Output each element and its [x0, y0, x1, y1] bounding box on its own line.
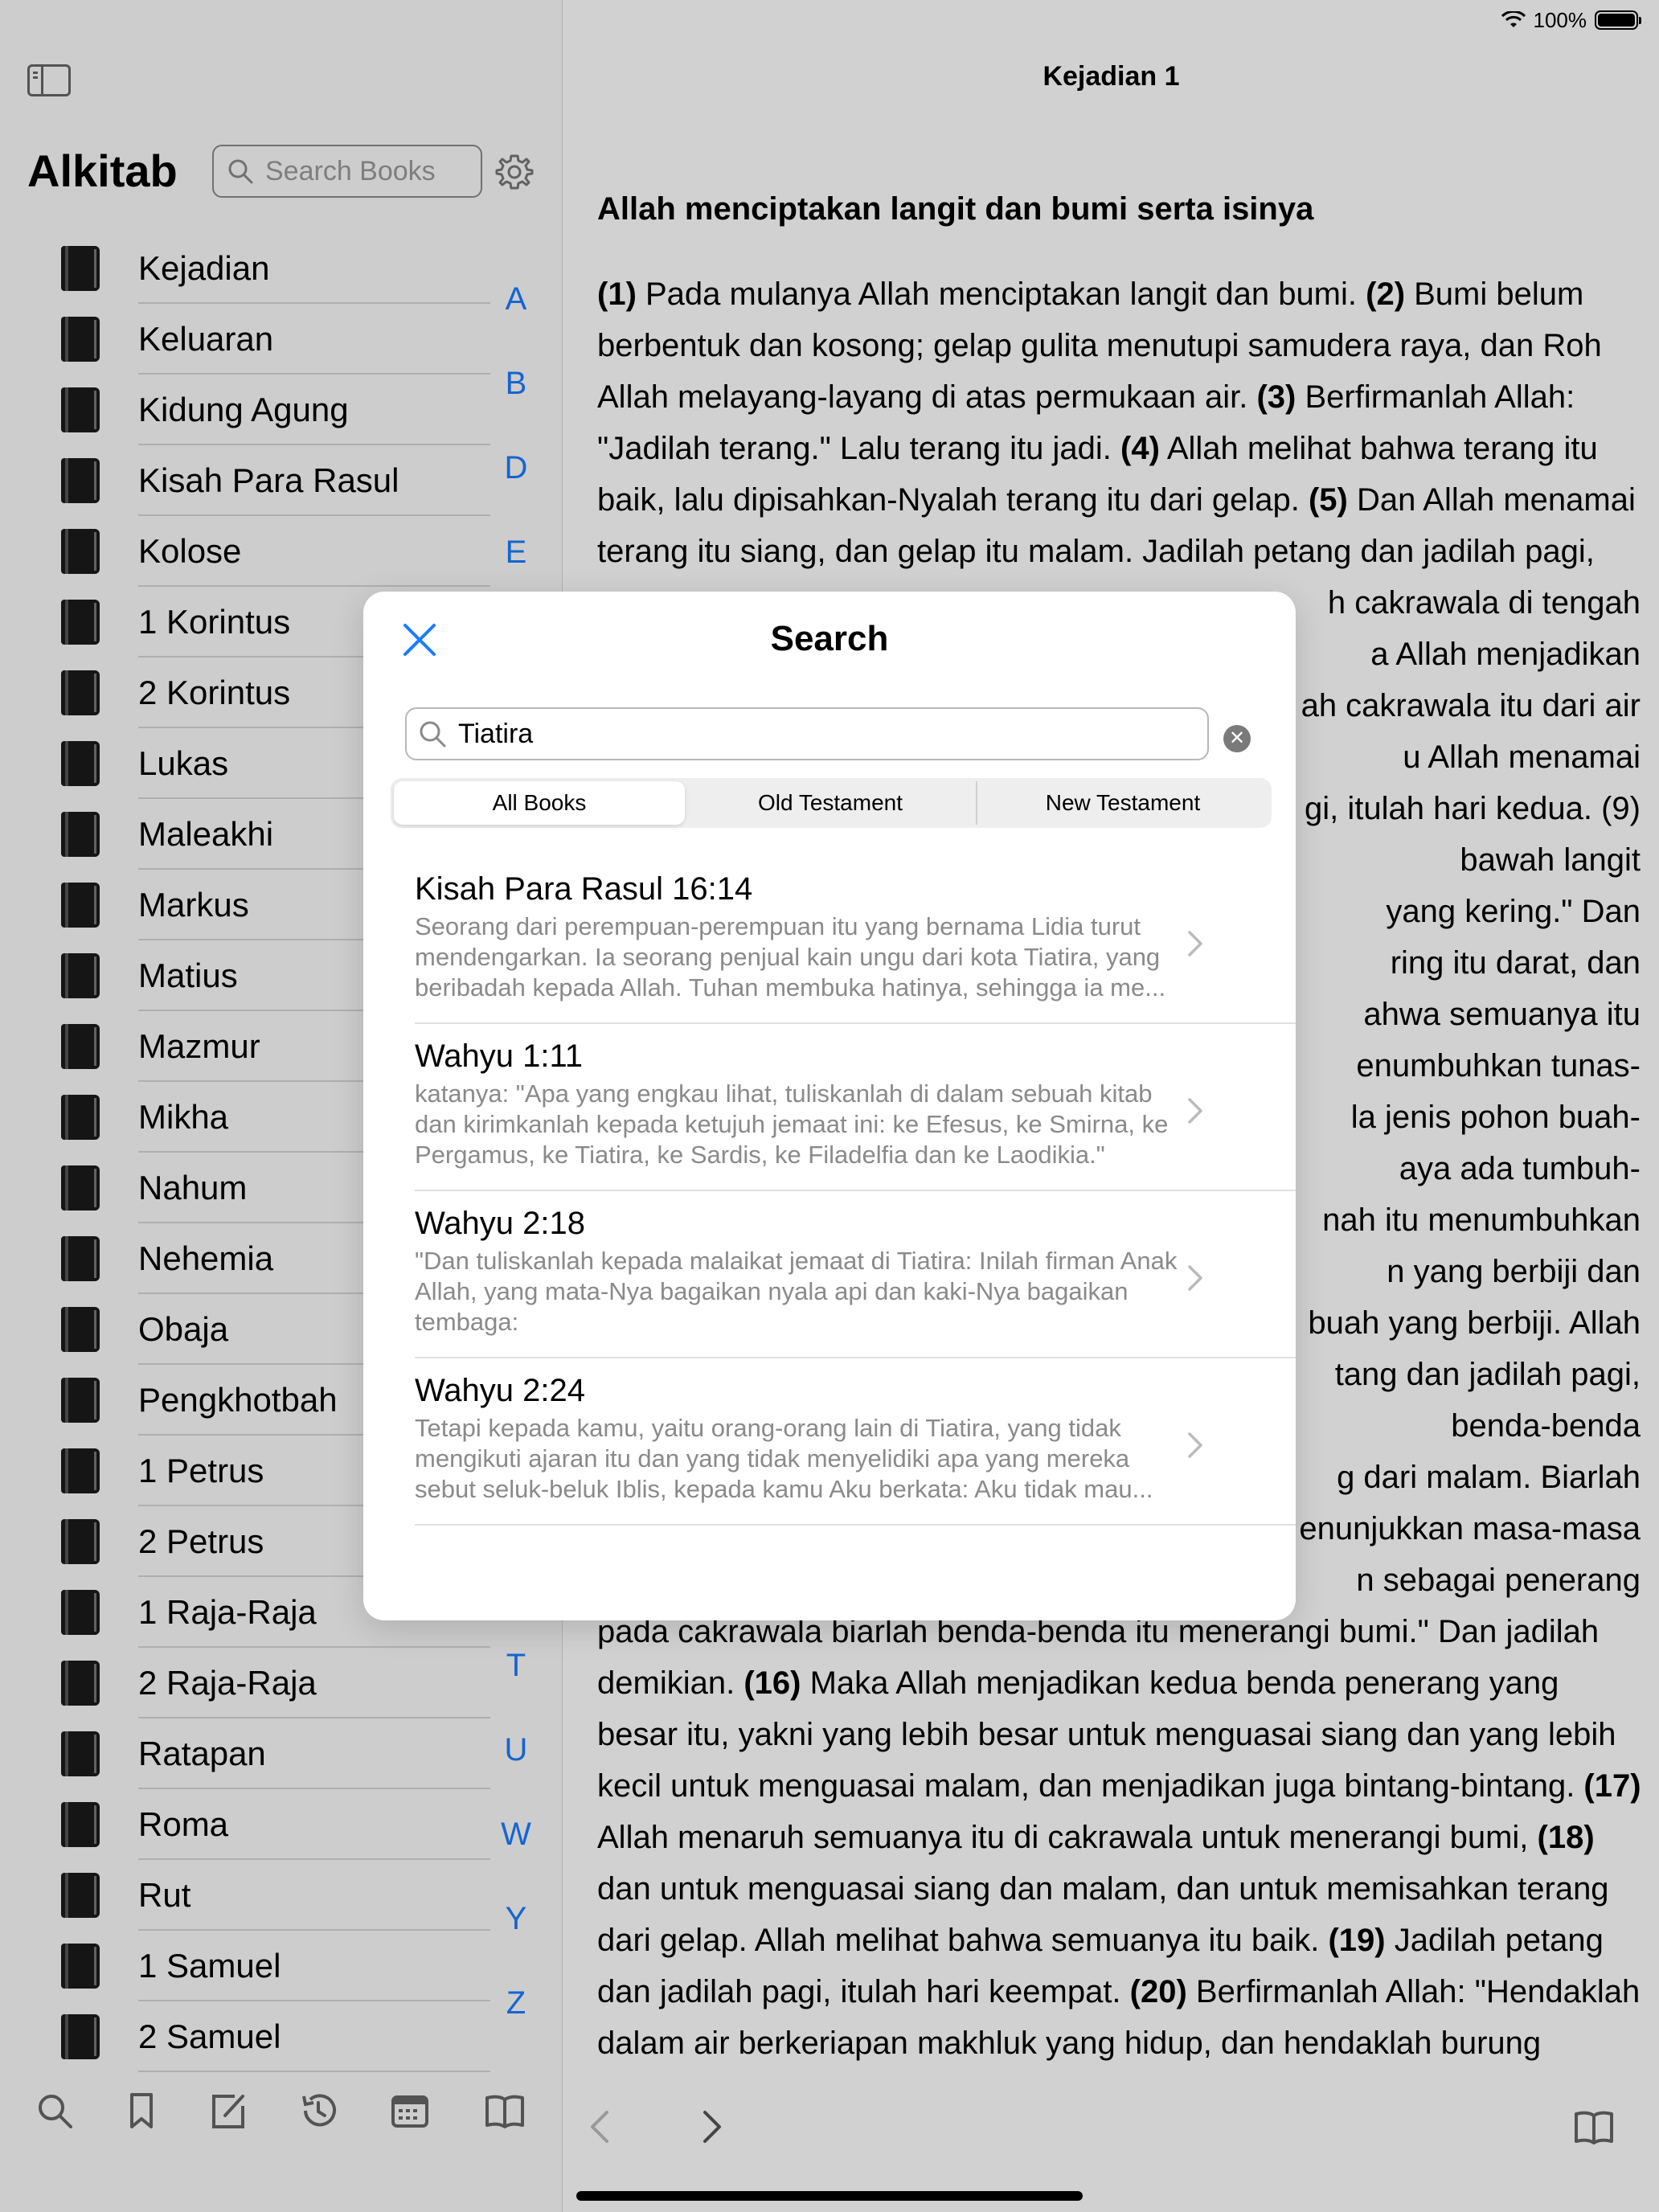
wifi-icon — [1501, 11, 1526, 27]
battery-icon — [1595, 10, 1641, 30]
search-modal: Search Tiatira ✕ All Books Old Testament… — [363, 592, 1296, 1620]
tab-old-testament[interactable]: Old Testament — [685, 781, 976, 825]
chevron-right-icon — [1188, 931, 1202, 956]
search-icon — [420, 721, 446, 748]
tab-label: Old Testament — [757, 790, 903, 815]
tab-new-testament[interactable]: New Testament — [976, 781, 1268, 825]
search-input[interactable]: Tiatira — [405, 707, 1209, 760]
testament-filter: All Books Old Testament New Testament — [391, 778, 1272, 828]
battery-percent: 100% — [1533, 7, 1587, 32]
tab-label: All Books — [492, 790, 587, 815]
tab-all-books[interactable]: All Books — [394, 781, 685, 825]
result-reference: Wahyu 1:11 — [415, 1038, 584, 1074]
result-snippet: "Dan tuliskanlah kepada malaikat jemaat … — [415, 1247, 1178, 1336]
search-result-row[interactable]: Wahyu 2:18 "Dan tuliskanlah kepada malaik… — [415, 1191, 1296, 1358]
search-result-row[interactable]: Wahyu 2:24 Tetapi kepada kamu, yaitu oran… — [415, 1358, 1296, 1526]
clear-search-button[interactable]: ✕ — [1223, 725, 1251, 752]
search-result-row[interactable]: Wahyu 1:11 katanya: "Apa yang engkau liha… — [415, 1024, 1296, 1191]
status-bar: 100% — [1337, 0, 1659, 40]
search-query: Tiatira — [458, 718, 534, 749]
modal-title: Search — [770, 619, 889, 658]
tab-label: New Testament — [1045, 790, 1201, 815]
result-reference: Wahyu 2:24 — [415, 1373, 585, 1408]
chevron-right-icon — [1188, 1432, 1202, 1458]
result-snippet: Seorang dari perempuan-perempuan itu yan… — [415, 912, 1166, 1002]
chevron-right-icon — [1188, 1098, 1202, 1124]
result-snippet: katanya: "Apa yang engkau lihat, tuliska… — [415, 1079, 1169, 1169]
search-results: Kisah Para Rasul 16:14 Seorang dari perem… — [415, 857, 1296, 1526]
result-snippet: Tetapi kepada kamu, yaitu orang-orang la… — [415, 1414, 1153, 1503]
search-result-row[interactable]: Kisah Para Rasul 16:14 Seorang dari perem… — [415, 857, 1296, 1024]
home-indicator[interactable] — [576, 2191, 1083, 2201]
result-reference: Wahyu 2:18 — [415, 1206, 585, 1241]
chevron-right-icon — [1188, 1265, 1202, 1291]
result-reference: Kisah Para Rasul 16:14 — [415, 871, 753, 907]
